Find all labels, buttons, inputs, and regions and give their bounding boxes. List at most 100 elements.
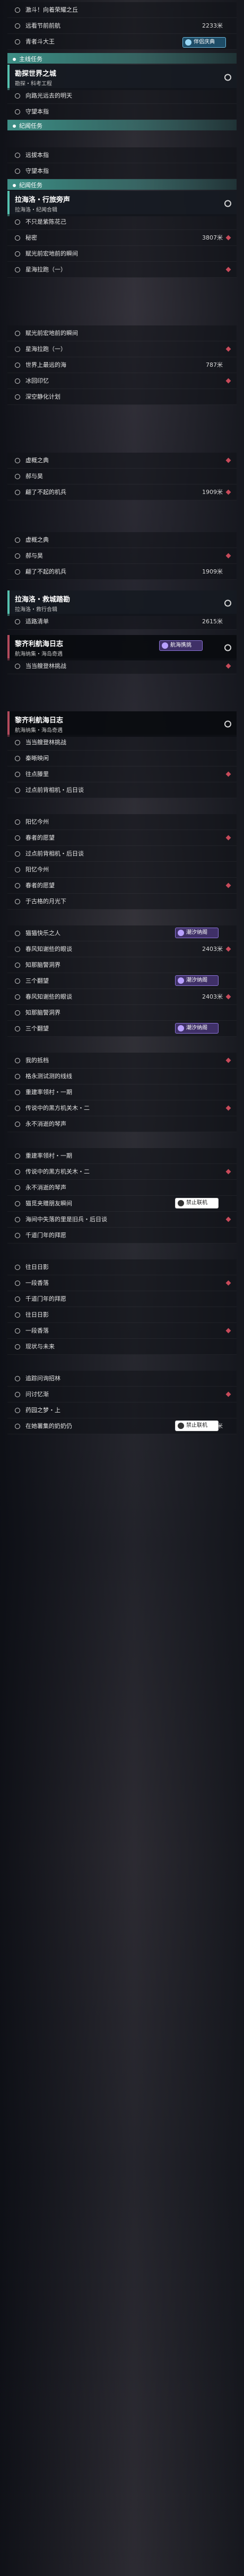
track-diamond-icon[interactable] bbox=[225, 1328, 231, 1334]
track-diamond-icon[interactable] bbox=[225, 946, 231, 952]
quest-row[interactable]: 过点前背相机・后日谈 bbox=[7, 846, 237, 862]
quest-group-header[interactable]: 黎齐利航海日志 航海纳集・海岛奇遇 bbox=[7, 711, 237, 737]
pin-icon[interactable] bbox=[224, 720, 231, 728]
quest-row[interactable]: 往日日影 bbox=[7, 1259, 237, 1275]
quest-row[interactable]: 一段香落 bbox=[7, 1323, 237, 1339]
quest-row[interactable]: 千道门年的拜愿 bbox=[7, 1291, 237, 1307]
category-bar[interactable]: 纪闻任务 bbox=[7, 179, 237, 190]
quest-row[interactable]: 传说中的黑方机关木・二 bbox=[7, 1164, 237, 1180]
quest-row[interactable]: 翩了不起的机兵 1909米 bbox=[7, 564, 237, 580]
radio-circle-icon bbox=[15, 835, 20, 841]
track-diamond-icon[interactable] bbox=[225, 835, 231, 841]
quest-label: 重建率领村・一期 bbox=[25, 1089, 72, 1096]
track-diamond-icon[interactable] bbox=[225, 346, 231, 352]
quest-row[interactable]: 远看节前前航 2233米 bbox=[7, 18, 237, 34]
pin-icon[interactable] bbox=[224, 200, 231, 207]
track-diamond-icon[interactable] bbox=[225, 1057, 231, 1063]
quest-row[interactable]: 永不消逝的琴声 bbox=[7, 1180, 237, 1196]
quest-row[interactable]: 往点滕里 bbox=[7, 766, 237, 782]
quest-row[interactable]: 守望本指 bbox=[7, 163, 237, 179]
quest-row[interactable]: 阳忆今州 bbox=[7, 814, 237, 830]
quest-row[interactable]: 知那脑警洞界 bbox=[7, 1005, 237, 1021]
track-diamond-icon[interactable] bbox=[225, 1105, 231, 1111]
pin-icon[interactable] bbox=[224, 644, 231, 651]
quest-row[interactable]: 向路光远去的明天 bbox=[7, 88, 237, 104]
event-badge[interactable]: 禁止联机 bbox=[175, 1421, 219, 1431]
quest-row[interactable]: 药园之梦・上 bbox=[7, 1402, 237, 1418]
quest-row[interactable]: 世界上最远的海 787米 bbox=[7, 357, 237, 373]
quest-group-header[interactable]: 拉海洛・行旅旁声 拉海洛・纪闻合辑 bbox=[7, 191, 237, 216]
track-diamond-icon[interactable] bbox=[225, 663, 231, 669]
track-diamond-icon[interactable] bbox=[225, 1391, 231, 1397]
quest-row[interactable]: 传说中的黑方机关木・二 bbox=[7, 1100, 237, 1116]
quest-row[interactable]: 郝与昊 bbox=[7, 469, 237, 484]
quest-label: 往日日影 bbox=[25, 1311, 49, 1318]
quest-row[interactable]: 虚概之典 bbox=[7, 532, 237, 548]
track-diamond-icon[interactable] bbox=[225, 1169, 231, 1175]
radio-circle-icon bbox=[15, 1233, 20, 1238]
track-diamond-icon[interactable] bbox=[225, 553, 231, 559]
quest-row[interactable]: 现状与未来 bbox=[7, 1339, 237, 1355]
quest-row[interactable]: 春者的愿望 bbox=[7, 830, 237, 846]
quest-row[interactable]: 千道门年的拜愿 bbox=[7, 1228, 237, 1243]
quest-row[interactable]: 翩了不起的机兵 1909米 bbox=[7, 484, 237, 500]
quest-row[interactable]: 一段香落 bbox=[7, 1275, 237, 1291]
track-diamond-icon[interactable] bbox=[225, 235, 231, 241]
quest-row[interactable]: 守望本指 bbox=[7, 104, 237, 120]
quest-row[interactable]: 往日日影 bbox=[7, 1307, 237, 1323]
category-bar[interactable]: 主线任务 bbox=[7, 53, 237, 64]
quest-row[interactable]: 不只是紫陈花己 bbox=[7, 214, 237, 230]
quest-row[interactable]: 春风知谢些的眼谈 2403米 bbox=[7, 941, 237, 957]
quest-row[interactable]: 重建率领村・一期 bbox=[7, 1084, 237, 1100]
quest-row[interactable]: 虚概之典 bbox=[7, 453, 237, 469]
quest-row[interactable]: 于古格的月光下 bbox=[7, 894, 237, 910]
track-diamond-icon[interactable] bbox=[225, 771, 231, 777]
track-diamond-icon[interactable] bbox=[225, 883, 231, 888]
track-diamond-icon[interactable] bbox=[225, 1280, 231, 1286]
track-diamond-icon[interactable] bbox=[225, 378, 231, 384]
quest-row[interactable]: 赋光前宏地前的瞬间 bbox=[7, 325, 237, 341]
quest-row[interactable]: 适路清单 2615米 bbox=[7, 614, 237, 630]
quest-row[interactable]: 当当艘登林挑战 bbox=[7, 735, 237, 751]
pin-icon[interactable] bbox=[224, 74, 231, 81]
quest-row[interactable]: 阳忆今州 bbox=[7, 862, 237, 878]
event-badge[interactable]: 潮汐纳阁 bbox=[175, 928, 219, 938]
event-badge[interactable]: 禁止联机 bbox=[175, 1198, 219, 1208]
quest-row[interactable]: 知那脑警洞界 bbox=[7, 957, 237, 973]
event-badge[interactable]: 伴侣庆典 bbox=[182, 37, 226, 48]
quest-row[interactable]: 秘密 3807米 bbox=[7, 230, 237, 246]
quest-row[interactable]: 海间中失落的里是旧兵・后日谈 bbox=[7, 1212, 237, 1228]
quest-row[interactable]: 激斗！向着荣耀之丘 bbox=[7, 2, 237, 18]
distance-label: 1909米 bbox=[202, 489, 223, 496]
quest-row[interactable]: 远拔本指 bbox=[7, 147, 237, 163]
event-badge[interactable]: 潮汐纳阁 bbox=[175, 975, 219, 986]
quest-group-header[interactable]: 拉海洛・救城踏勘 拉海洛・救行合辑 bbox=[7, 590, 237, 616]
quest-row[interactable]: 秦晰映闲 bbox=[7, 751, 237, 766]
pin-icon[interactable] bbox=[224, 599, 231, 607]
quest-row[interactable]: 春者的愿望 bbox=[7, 878, 237, 894]
quest-row[interactable]: 永不消逝的琴声 bbox=[7, 1116, 237, 1132]
quest-row[interactable]: 格永测试测的线线 bbox=[7, 1069, 237, 1084]
quest-row[interactable]: 星海拉跑（一） bbox=[7, 341, 237, 357]
track-diamond-icon[interactable] bbox=[225, 1216, 231, 1222]
quest-group-header[interactable]: 勘探世界之城 勘探・科考工程 bbox=[7, 65, 237, 90]
track-diamond-icon[interactable] bbox=[225, 489, 231, 495]
event-badge[interactable]: 潮汐纳阁 bbox=[175, 1023, 219, 1034]
quest-row[interactable]: 我的抵档 bbox=[7, 1053, 237, 1069]
quest-row[interactable]: 深空静化计划 bbox=[7, 389, 237, 405]
quest-row[interactable]: 赋光前宏地前的瞬间 bbox=[7, 246, 237, 262]
track-diamond-icon[interactable] bbox=[225, 267, 231, 272]
quest-row[interactable]: 春风知谢些的眼谈 2403米 bbox=[7, 989, 237, 1005]
quest-row[interactable]: 郝与昊 bbox=[7, 548, 237, 564]
category-bar[interactable]: 纪闻任务 bbox=[7, 120, 237, 130]
quest-row[interactable]: 过点前背相机・后日谈 bbox=[7, 782, 237, 798]
quest-row[interactable]: 冰回印忆 bbox=[7, 373, 237, 389]
quest-row[interactable]: 当当艘登林挑战 bbox=[7, 658, 237, 674]
track-diamond-icon[interactable] bbox=[225, 994, 231, 1000]
quest-row[interactable]: 追踪问询招林 bbox=[7, 1371, 237, 1387]
quest-row[interactable]: 星海拉跑（一） bbox=[7, 262, 237, 278]
track-diamond-icon[interactable] bbox=[225, 457, 231, 463]
quest-row[interactable]: 重建率领村・一期 bbox=[7, 1148, 237, 1164]
quest-row[interactable]: 问讨忆渐 bbox=[7, 1387, 237, 1402]
event-badge[interactable]: 航海携挑 bbox=[159, 640, 203, 651]
